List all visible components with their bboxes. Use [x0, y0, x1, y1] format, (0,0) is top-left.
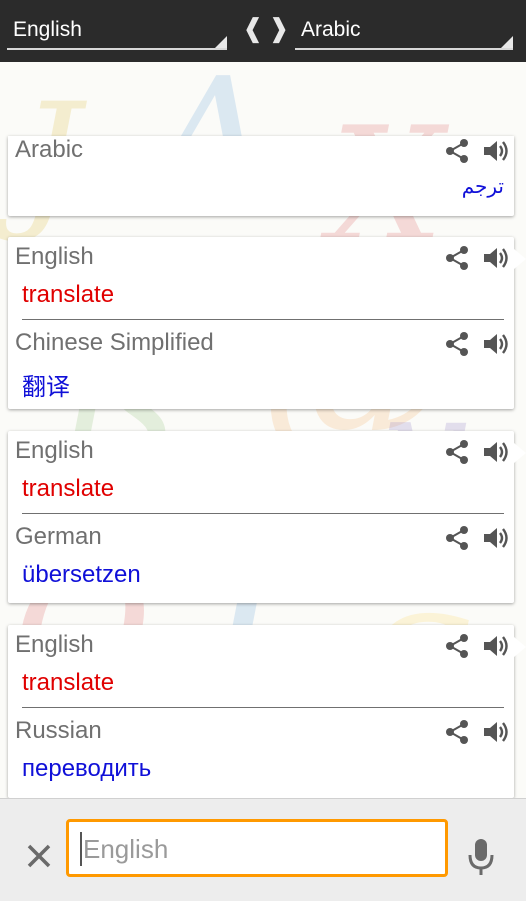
microphone-icon[interactable] — [466, 837, 496, 877]
translation-card: English translate German übersetzen — [8, 431, 526, 603]
share-icon[interactable] — [444, 245, 470, 271]
source-language-label: English — [13, 18, 82, 41]
source-text: translate — [22, 669, 115, 696]
language-toolbar: English ❰ ❱ Arabic — [0, 0, 526, 62]
translation-card: Arabic ترجم — [8, 136, 514, 216]
speaker-icon[interactable] — [482, 138, 510, 164]
translation-row[interactable]: Russian переводить — [8, 711, 514, 797]
card-pointer — [514, 637, 526, 657]
share-icon[interactable] — [444, 439, 470, 465]
translation-row[interactable]: Chinese Simplified 翻译 — [8, 323, 514, 409]
share-icon[interactable] — [444, 138, 470, 164]
share-icon[interactable] — [444, 331, 470, 357]
source-language-spinner[interactable]: English — [7, 10, 227, 50]
translate-input[interactable] — [81, 830, 435, 868]
translation-row[interactable]: English translate — [8, 625, 514, 711]
next-language-button[interactable]: ❱ — [268, 14, 290, 44]
share-icon[interactable] — [444, 719, 470, 745]
card-pointer — [514, 443, 526, 463]
source-text: translate — [22, 281, 115, 308]
speaker-icon[interactable] — [482, 633, 510, 659]
text-input-container[interactable] — [66, 819, 448, 877]
row-divider — [22, 513, 504, 514]
share-icon[interactable] — [444, 633, 470, 659]
language-name: Arabic — [15, 136, 84, 163]
speaker-icon[interactable] — [482, 719, 510, 745]
source-text: translate — [22, 475, 115, 502]
translation-text: 翻译 — [22, 373, 70, 401]
card-pointer — [514, 249, 526, 269]
speaker-icon[interactable] — [482, 331, 510, 357]
row-divider — [22, 319, 504, 320]
share-icon[interactable] — [444, 525, 470, 551]
language-name: English — [15, 243, 94, 270]
language-name: English — [15, 437, 94, 464]
dropdown-indicator-icon — [501, 36, 513, 48]
language-name: Chinese Simplified — [15, 329, 214, 356]
row-divider — [22, 707, 504, 708]
translation-row[interactable]: Arabic ترجم — [8, 130, 514, 216]
close-icon[interactable] — [24, 841, 54, 871]
speaker-icon[interactable] — [482, 245, 510, 271]
target-language-label: Arabic — [301, 18, 361, 41]
translation-row[interactable]: German übersetzen — [8, 517, 514, 603]
translation-text: переводить — [22, 755, 152, 782]
translation-row[interactable]: English translate — [8, 237, 514, 323]
dropdown-indicator-icon — [215, 36, 227, 48]
target-language-spinner[interactable]: Arabic — [295, 10, 513, 50]
translation-text: ترجم — [461, 174, 504, 198]
speaker-icon[interactable] — [482, 525, 510, 551]
translation-card: English translate Chinese Simplified 翻译 — [8, 237, 526, 409]
speaker-icon[interactable] — [482, 439, 510, 465]
input-bar — [0, 798, 526, 901]
translation-row[interactable]: English translate — [8, 431, 514, 517]
translation-card: English translate Russian переводить — [8, 625, 526, 798]
language-name: English — [15, 631, 94, 658]
previous-language-button[interactable]: ❰ — [242, 14, 264, 44]
language-name: German — [15, 523, 102, 550]
translation-text: übersetzen — [22, 561, 141, 588]
language-name: Russian — [15, 717, 102, 744]
